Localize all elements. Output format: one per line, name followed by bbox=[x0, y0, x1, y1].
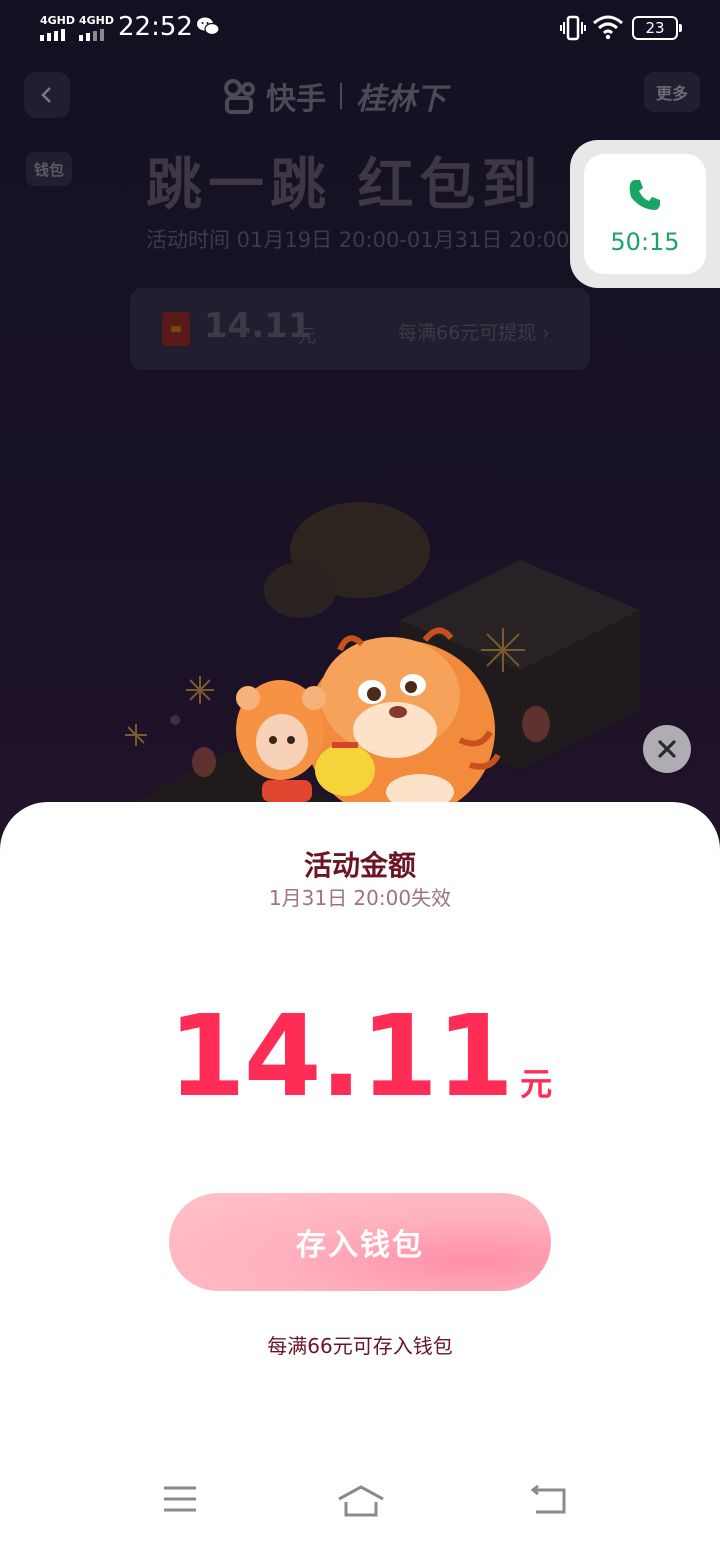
system-nav-bar bbox=[0, 1460, 720, 1544]
phone-icon bbox=[629, 180, 660, 210]
chevron-left-icon bbox=[41, 87, 51, 103]
brand-divider bbox=[340, 83, 342, 109]
brand-logo: 快手 桂林下 bbox=[222, 76, 446, 117]
amount-value: 14.11 bbox=[167, 992, 514, 1122]
home-icon[interactable] bbox=[336, 1484, 386, 1518]
brand-right-label: 桂林下 bbox=[356, 82, 446, 117]
withdraw-hint: 每满66元可提现 › bbox=[398, 322, 550, 344]
call-duration: 50:15 bbox=[610, 228, 680, 256]
activity-title: 跳一跳 红包到 bbox=[146, 153, 544, 218]
call-float-widget[interactable]: 50:15 bbox=[570, 140, 720, 288]
amount-unit: 元 bbox=[520, 1065, 553, 1103]
back-icon[interactable] bbox=[530, 1484, 568, 1516]
activity-period: 活动时间 01月19日 20:00-01月31日 20:00 bbox=[146, 228, 570, 252]
amount-display: 14.11 元 bbox=[0, 992, 720, 1122]
close-icon bbox=[658, 740, 676, 758]
brand-left-label: 快手 bbox=[266, 82, 326, 117]
deposit-note: 每满66元可存入钱包 bbox=[267, 1334, 453, 1358]
tiger-scene-illustration bbox=[120, 502, 640, 820]
balance-card[interactable]: 14.11 元 每满66元可提现 › bbox=[130, 288, 590, 370]
wallet-tag[interactable]: 钱包 bbox=[26, 152, 72, 186]
more-button[interactable]: 更多 bbox=[644, 72, 700, 112]
menu-icon[interactable] bbox=[162, 1484, 198, 1514]
sheet-title: 活动金额 bbox=[303, 849, 416, 882]
balance-unit: 元 bbox=[298, 326, 316, 347]
amount-bottom-sheet: 活动金额 1月31日 20:00失效 14.11 元 存入钱包 每满66元可存入钱… bbox=[0, 802, 720, 1544]
activity-page: 快手 桂林下 更多 钱包 跳一跳 红包到 活动时间 01月19日 20:00-0… bbox=[0, 0, 720, 820]
expiry-text: 1月31日 20:00失效 bbox=[268, 886, 452, 910]
close-button[interactable] bbox=[643, 725, 691, 773]
balance-amount: 14.11 bbox=[204, 306, 312, 346]
kuaishou-logo-icon bbox=[224, 79, 255, 114]
back-button[interactable] bbox=[24, 72, 70, 118]
deposit-to-wallet-button[interactable]: 存入钱包 bbox=[169, 1193, 551, 1291]
call-card[interactable]: 50:15 bbox=[584, 154, 706, 274]
red-envelope-icon bbox=[162, 312, 190, 346]
